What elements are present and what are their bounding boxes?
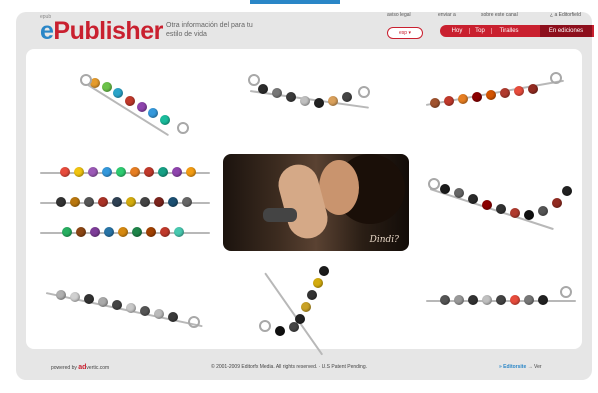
logo-e: e — [40, 17, 54, 45]
language-select[interactable]: esp ▾ — [387, 27, 423, 39]
powered-suffix: vertic.com — [86, 365, 110, 371]
tab-separator — [491, 28, 492, 34]
bracelet-image[interactable] — [420, 64, 570, 139]
epublisher-logo[interactable]: ePublisher — [40, 17, 163, 46]
tab-en-ediciones[interactable]: En ediciones — [540, 25, 592, 37]
tab-top[interactable]: Top — [471, 25, 489, 37]
tab-separator — [469, 28, 470, 34]
top-strip — [0, 0, 598, 12]
powered-prefix: powered by — [51, 365, 77, 371]
bracelet-image[interactable] — [245, 262, 375, 356]
link-editorfield[interactable]: ¿ a Editorfield — [550, 12, 581, 20]
nav-tabs: Hoy Top Tiralles En ediciones — [440, 25, 594, 37]
bracelet-image[interactable] — [420, 158, 580, 248]
photo-bracelet — [263, 208, 297, 222]
bracelet-image[interactable] — [240, 60, 380, 140]
bracelet-image[interactable] — [70, 58, 200, 143]
featured-photo[interactable]: Dindi? — [223, 154, 409, 251]
top-accent-bar — [250, 0, 340, 4]
footer: powered by advertic.com © 2001-2009 Edit… — [26, 358, 582, 374]
copyright-text: © 2001-2009 Editorfx Media. All rights r… — [211, 364, 367, 370]
bracelet-image[interactable] — [40, 160, 210, 250]
editorsite-suffix: → Ver — [527, 364, 542, 370]
editorsite-link[interactable]: » Editorsite → Ver — [499, 364, 542, 370]
link-enviar[interactable]: enviar a — [438, 12, 456, 20]
editorsite-brand: » Editorsite — [499, 364, 527, 370]
link-aviso-legal[interactable]: aviso legal — [387, 12, 411, 20]
bracelet-image[interactable] — [420, 280, 580, 340]
powered-by[interactable]: powered by advertic.com — [51, 364, 109, 371]
tab-hoy[interactable]: Hoy — [446, 25, 468, 37]
logo-text: Publisher — [53, 17, 163, 45]
bracelet-image[interactable] — [40, 272, 210, 342]
tagline: Otra información del para tu estilo de v… — [166, 22, 253, 38]
link-sobre-canal[interactable]: sobre este canal — [481, 12, 518, 20]
photo-signature: Dindi? — [369, 235, 399, 245]
tab-tiralles[interactable]: Tiralles — [494, 25, 524, 37]
